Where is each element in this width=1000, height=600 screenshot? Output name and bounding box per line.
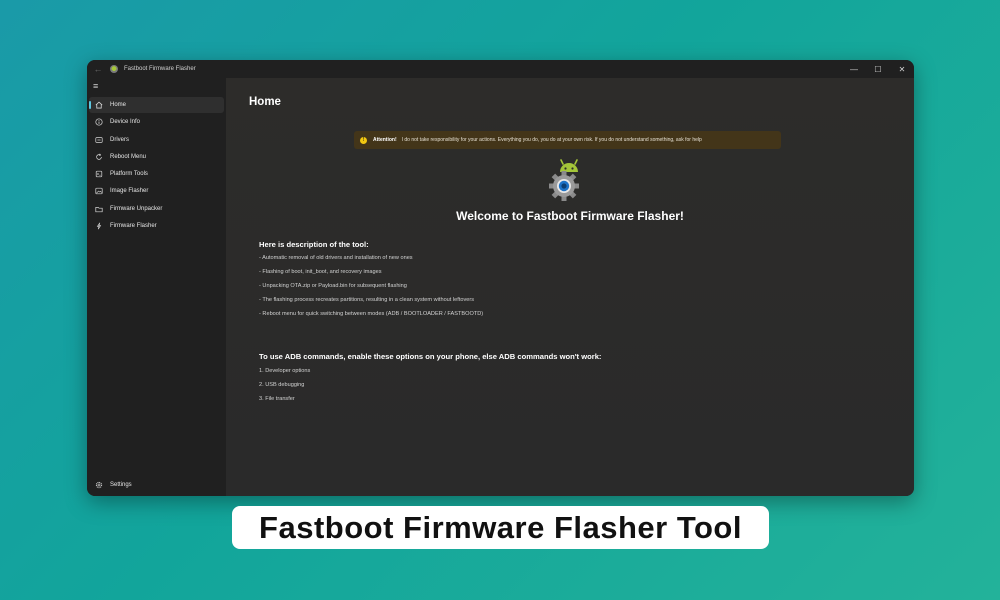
window-title: Fastboot Firmware Flasher	[124, 66, 196, 72]
list-item: - Automatic removal of old drivers and i…	[259, 255, 413, 261]
adb-heading: To use ADB commands, enable these option…	[259, 352, 602, 361]
sidebar-item-drivers[interactable]: Drivers	[89, 132, 224, 148]
sidebar-item-device-info[interactable]: Device Info	[89, 114, 224, 130]
drivers-icon	[94, 135, 103, 144]
main-content: Home ! Attention! I do not take responsi…	[226, 78, 914, 496]
window-controls: — ☐ ✕	[842, 60, 914, 78]
settings-section: Settings	[89, 477, 224, 494]
back-arrow-icon[interactable]: ←	[89, 64, 107, 74]
sidebar-item-platform-tools[interactable]: Platform Tools	[89, 166, 224, 182]
caption-banner: Fastboot Firmware Flasher Tool	[232, 506, 769, 549]
tools-icon	[94, 170, 103, 179]
unpacker-icon	[94, 204, 103, 213]
sidebar-item-label: Firmware Flasher	[110, 223, 157, 230]
minimize-button[interactable]: —	[842, 60, 866, 78]
sidebar-item-label: Reboot Menu	[110, 153, 147, 160]
reboot-icon	[94, 152, 103, 161]
sidebar-item-label: Home	[110, 102, 127, 108]
sidebar-item-firmware-flasher[interactable]: Firmware Flasher	[89, 218, 224, 234]
sidebar-item-image-flasher[interactable]: Image Flasher	[89, 183, 224, 199]
list-item: 3. File transfer	[259, 396, 295, 402]
sidebar-item-reboot-menu[interactable]: Reboot Menu	[89, 149, 224, 165]
sidebar: ≡ Home Device Info Drivers Reboot Menu P…	[87, 78, 226, 496]
banner-message: I do not take responsibility for your ac…	[401, 137, 702, 143]
android-gear-logo-icon	[546, 156, 588, 204]
close-button[interactable]: ✕	[890, 60, 914, 78]
info-icon	[94, 118, 103, 127]
list-item: - The flashing process recreates partiti…	[259, 297, 475, 303]
sidebar-item-settings[interactable]: Settings	[89, 477, 224, 493]
gear-icon	[94, 480, 103, 489]
sidebar-item-label: Device Info	[110, 119, 141, 126]
flash-icon	[94, 222, 103, 231]
list-item: - Reboot menu for quick switching betwee…	[259, 311, 484, 317]
warning-icon: !	[360, 136, 367, 144]
sidebar-item-firmware-unpacker[interactable]: Firmware Unpacker	[89, 201, 224, 217]
app-logo-icon	[110, 65, 118, 73]
list-item: - Unpacking OTA.zip or Payload.bin for s…	[259, 283, 407, 289]
list-item: 1. Developer options	[259, 368, 311, 374]
list-item: - Flashing of boot, init_boot, and recov…	[259, 269, 382, 275]
list-item: 2. USB debugging	[259, 382, 305, 388]
banner-title: Attention!	[373, 137, 397, 143]
hamburger-menu-icon[interactable]: ≡	[93, 82, 98, 91]
sidebar-item-label: Image Flasher	[110, 188, 149, 195]
tool-description: Here is description of the tool: - Autom…	[259, 238, 819, 321]
home-icon	[94, 101, 103, 110]
app-window: ← Fastboot Firmware Flasher — ☐ ✕ ≡ Home…	[87, 60, 914, 496]
sidebar-nav: Home Device Info Drivers Reboot Menu Pla…	[89, 97, 224, 235]
sidebar-item-label: Settings	[110, 481, 132, 488]
page-title: Home	[249, 96, 281, 108]
image-icon	[94, 187, 103, 196]
adb-requirements: To use ADB commands, enable these option…	[259, 350, 819, 406]
title-bar: ← Fastboot Firmware Flasher — ☐ ✕	[87, 60, 914, 78]
caption-text: Fastboot Firmware Flasher Tool	[259, 509, 742, 545]
attention-banner: ! Attention! I do not take responsibilit…	[354, 131, 781, 149]
sidebar-item-label: Drivers	[110, 136, 129, 143]
sidebar-item-label: Firmware Unpacker	[110, 205, 163, 212]
maximize-button[interactable]: ☐	[866, 60, 890, 78]
welcome-heading: Welcome to Fastboot Firmware Flasher!	[456, 209, 684, 223]
sidebar-item-label: Platform Tools	[110, 171, 148, 178]
sidebar-item-home[interactable]: Home	[89, 97, 224, 113]
description-heading: Here is description of the tool:	[259, 240, 369, 249]
